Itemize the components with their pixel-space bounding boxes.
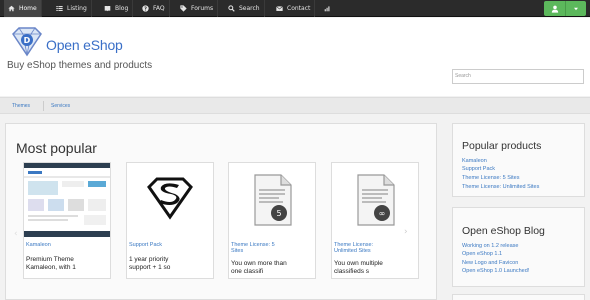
svg-text:D: D	[24, 36, 31, 45]
most-popular-panel: Most popular Kamaleon Premium Theme Kama…	[5, 123, 437, 300]
product-description: You own multiple classifieds s	[334, 260, 383, 275]
svg-text:?: ?	[144, 6, 147, 12]
product-title[interactable]: Theme License: 5 Sites	[231, 242, 313, 254]
caret-down-icon	[574, 7, 578, 10]
theme-screenshot-image	[24, 163, 110, 237]
nav-stats[interactable]	[320, 0, 335, 17]
user-icon	[551, 5, 558, 13]
product-thumbnail[interactable]	[127, 163, 213, 237]
envelope-icon	[276, 6, 283, 11]
product-title[interactable]: Support Pack	[129, 242, 211, 248]
popular-products-panel: Popular products Kamaleon Support Pack T…	[452, 123, 585, 197]
site-tagline: Buy eShop themes and products	[7, 60, 153, 71]
blog-panel: Open eShop Blog Working on 1.2 release O…	[452, 207, 585, 287]
product-description: Premium Theme Kamaleon, with 1	[26, 256, 76, 271]
dropdown-segment[interactable]	[565, 1, 586, 16]
nav-contact[interactable]: Contact	[272, 0, 316, 17]
user-menu-button[interactable]	[544, 1, 586, 16]
category-link-services[interactable]: Services	[51, 103, 70, 109]
blog-link[interactable]: New Logo and Favicon	[462, 260, 518, 266]
popular-products-title: Popular products	[462, 140, 542, 152]
list-icon	[56, 6, 63, 11]
top-navbar: Home Listing Blog ? FAQ Forums Search Co…	[0, 0, 590, 17]
svg-text:5: 5	[276, 209, 281, 218]
product-thumbnail[interactable]	[24, 163, 110, 237]
book-icon	[104, 6, 111, 12]
nav-forums[interactable]: Forums	[176, 0, 219, 17]
carousel-next-icon[interactable]: ›	[404, 227, 408, 237]
user-segment[interactable]	[544, 1, 565, 16]
category-link-themes[interactable]: Themes	[12, 103, 30, 109]
product-card-license-5[interactable]: 5 Theme License: 5 Sites You own more th…	[228, 162, 316, 279]
product-title[interactable]: Theme License: Unlimited Sites	[334, 242, 416, 254]
nav-search[interactable]: Search	[224, 0, 265, 17]
carousel-prev-icon[interactable]: ‹	[14, 229, 18, 239]
divider	[43, 101, 44, 111]
product-card-support-pack[interactable]: Support Pack 1 year priority support + 1…	[126, 162, 214, 279]
nav-home[interactable]: Home	[4, 0, 42, 17]
product-thumbnail[interactable]: 5	[229, 163, 315, 237]
product-thumbnail[interactable]: ∞	[332, 163, 418, 237]
blog-title: Open eShop Blog	[462, 225, 545, 237]
bar-chart-icon	[324, 6, 330, 12]
search-icon	[228, 5, 235, 12]
home-icon	[8, 5, 15, 12]
popular-link[interactable]: Kamaleon	[462, 158, 487, 164]
nav-blog[interactable]: Blog	[100, 0, 134, 17]
product-title[interactable]: Kamaleon	[26, 242, 108, 248]
popular-link[interactable]: Theme License: 5 Sites	[462, 175, 519, 181]
diamond-logo-icon: D	[12, 27, 42, 57]
product-description: 1 year priority support + 1 so	[129, 256, 171, 271]
popular-link[interactable]: Support Pack	[462, 166, 495, 172]
popular-link[interactable]: Theme License: Unlimited Sites	[462, 184, 539, 190]
next-sidebar-panel	[452, 294, 585, 300]
document-license-image: 5	[229, 163, 315, 237]
search-input[interactable]: Search	[452, 69, 584, 84]
nav-listing[interactable]: Listing	[52, 0, 92, 17]
nav-faq[interactable]: ? FAQ	[138, 0, 170, 17]
blog-link[interactable]: Open eShop 1.0 Launched!	[462, 268, 529, 274]
site-header: D Open eShop Buy eShop themes and produc…	[0, 18, 590, 96]
document-license-image: ∞	[332, 163, 418, 237]
section-title: Most popular	[16, 140, 97, 156]
category-bar: Themes Services	[0, 97, 590, 114]
tag-icon	[180, 5, 187, 12]
superman-shield-image	[127, 163, 213, 237]
blog-link[interactable]: Working on 1.2 release	[462, 243, 518, 249]
question-icon: ?	[142, 5, 149, 12]
blog-link[interactable]: Open eShop 1.1	[462, 251, 502, 257]
product-card-kamaleon[interactable]: Kamaleon Premium Theme Kamaleon, with 1	[23, 162, 111, 279]
product-description: You own more than one classifi	[231, 260, 287, 275]
product-card-license-unlimited[interactable]: ∞ Theme License: Unlimited Sites You own…	[331, 162, 419, 279]
svg-text:∞: ∞	[379, 209, 386, 218]
site-logo[interactable]: D Open eShop	[10, 25, 160, 59]
